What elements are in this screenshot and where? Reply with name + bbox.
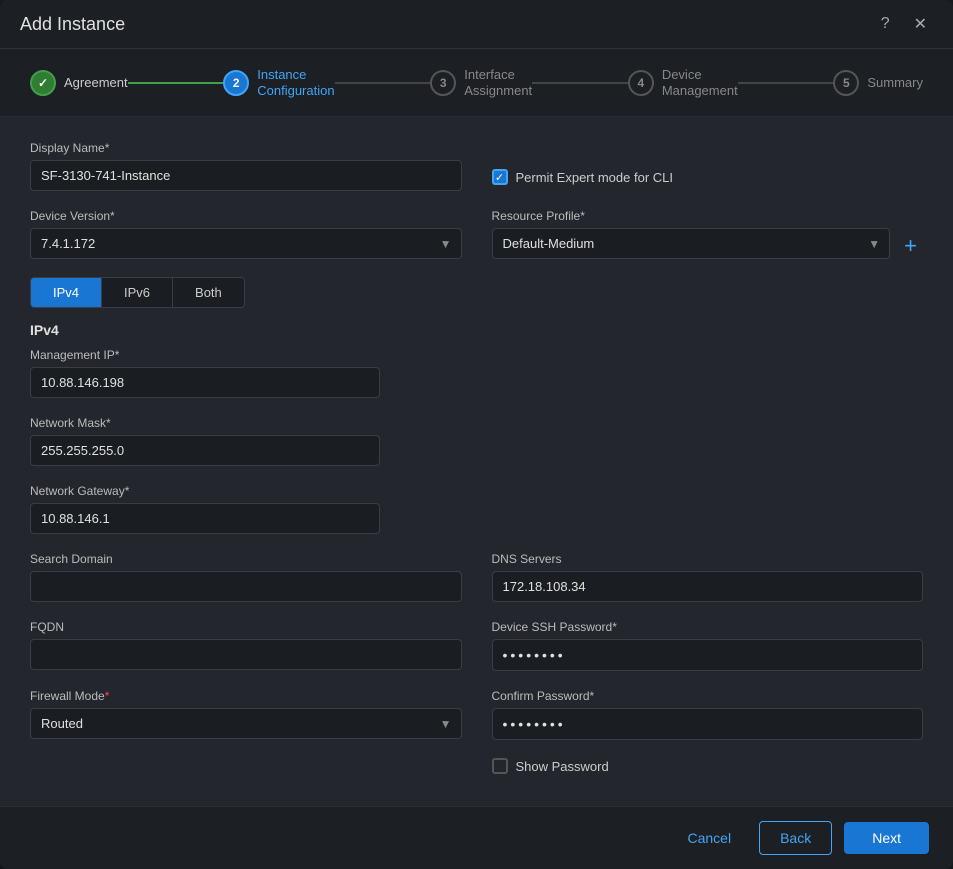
step-line-2-3 bbox=[335, 82, 431, 84]
group-management-ip: Management IP* bbox=[30, 348, 380, 398]
step-line-3-4 bbox=[532, 82, 628, 84]
show-password-row: Show Password bbox=[492, 758, 924, 774]
ssh-password-input[interactable] bbox=[492, 639, 924, 671]
device-version-select[interactable]: 7.4.1.172 bbox=[30, 228, 462, 259]
display-name-input[interactable] bbox=[30, 160, 462, 191]
device-version-label: Device Version* bbox=[30, 209, 462, 223]
search-domain-input[interactable] bbox=[30, 571, 462, 602]
row-network-mask: Network Mask* bbox=[30, 416, 380, 466]
step-2-label: InstanceConfiguration bbox=[257, 67, 334, 98]
permit-expert-label: Permit Expert mode for CLI bbox=[516, 170, 674, 185]
dns-servers-input[interactable] bbox=[492, 571, 924, 602]
step-4-label: DeviceManagement bbox=[662, 67, 738, 98]
header-icons: ? ✕ bbox=[875, 12, 933, 36]
group-fqdn: FQDN bbox=[30, 620, 462, 671]
group-network-mask: Network Mask* bbox=[30, 416, 380, 466]
resource-profile-group: Default-Medium ▼ bbox=[492, 228, 891, 259]
firewall-mode-label: Firewall Mode* bbox=[30, 689, 462, 703]
stepper: ✓ Agreement 2 InstanceConfiguration 3 In… bbox=[0, 49, 953, 117]
fqdn-input[interactable] bbox=[30, 639, 462, 670]
step-2-circle: 2 bbox=[223, 70, 249, 96]
show-password-checkbox[interactable] bbox=[492, 758, 508, 774]
firewall-mode-wrapper: Routed Transparent ▼ bbox=[30, 708, 462, 739]
step-3-label: InterfaceAssignment bbox=[464, 67, 532, 98]
fqdn-label: FQDN bbox=[30, 620, 462, 634]
step-5-circle: 5 bbox=[833, 70, 859, 96]
row-display-name: Display Name* ✓ Permit Expert mode for C… bbox=[30, 141, 923, 191]
ipv4-section-label: IPv4 bbox=[30, 322, 923, 338]
group-permit-expert: ✓ Permit Expert mode for CLI bbox=[492, 141, 924, 191]
row-firewall-confirm: Firewall Mode* Routed Transparent ▼ Conf… bbox=[30, 689, 923, 740]
help-button[interactable]: ? bbox=[875, 13, 896, 35]
row-search-dns: Search Domain DNS Servers bbox=[30, 552, 923, 602]
resource-profile-select[interactable]: Default-Medium bbox=[492, 228, 891, 259]
tab-ipv4[interactable]: IPv4 bbox=[31, 278, 102, 307]
permit-expert-row: ✓ Permit Expert mode for CLI bbox=[492, 169, 924, 185]
device-version-wrapper: 7.4.1.172 ▼ bbox=[30, 228, 462, 259]
row-network-gateway: Network Gateway* bbox=[30, 484, 380, 534]
dialog-title: Add Instance bbox=[20, 14, 125, 35]
firewall-mode-select[interactable]: Routed Transparent bbox=[30, 708, 462, 739]
resource-profile-wrapper: Default-Medium ▼ bbox=[492, 228, 891, 259]
step-1: ✓ Agreement bbox=[30, 70, 128, 96]
display-name-label: Display Name* bbox=[30, 141, 462, 155]
group-display-name: Display Name* bbox=[30, 141, 462, 191]
network-mask-input[interactable] bbox=[30, 435, 380, 466]
tab-ipv6[interactable]: IPv6 bbox=[102, 278, 173, 307]
add-instance-dialog: Add Instance ? ✕ ✓ Agreement 2 InstanceC… bbox=[0, 0, 953, 869]
add-resource-button[interactable]: + bbox=[898, 235, 923, 257]
group-search-domain: Search Domain bbox=[30, 552, 462, 602]
network-gateway-input[interactable] bbox=[30, 503, 380, 534]
close-button[interactable]: ✕ bbox=[908, 12, 933, 36]
dialog-content: Display Name* ✓ Permit Expert mode for C… bbox=[0, 117, 953, 806]
group-dns-servers: DNS Servers bbox=[492, 552, 924, 602]
resource-profile-row: Default-Medium ▼ + bbox=[492, 228, 924, 259]
cancel-button[interactable]: Cancel bbox=[671, 822, 747, 854]
step-5-label: Summary bbox=[867, 75, 923, 91]
step-3-circle: 3 bbox=[430, 70, 456, 96]
spacer-left bbox=[30, 758, 462, 778]
row-device-version: Device Version* 7.4.1.172 ▼ Resource Pro… bbox=[30, 209, 923, 259]
row-management-ip: Management IP* bbox=[30, 348, 380, 398]
step-3: 3 InterfaceAssignment bbox=[430, 67, 532, 98]
search-domain-label: Search Domain bbox=[30, 552, 462, 566]
show-password-label: Show Password bbox=[516, 759, 609, 774]
group-network-gateway: Network Gateway* bbox=[30, 484, 380, 534]
check-icon: ✓ bbox=[495, 171, 504, 184]
network-mask-label: Network Mask* bbox=[30, 416, 380, 430]
step-5: 5 Summary bbox=[833, 70, 923, 96]
step-line-4-5 bbox=[738, 82, 834, 84]
confirm-password-input[interactable] bbox=[492, 708, 924, 740]
group-device-version: Device Version* 7.4.1.172 ▼ bbox=[30, 209, 462, 259]
tab-both[interactable]: Both bbox=[173, 278, 244, 307]
step-4-circle: 4 bbox=[628, 70, 654, 96]
group-ssh-password: Device SSH Password* bbox=[492, 620, 924, 671]
step-2: 2 InstanceConfiguration bbox=[223, 67, 334, 98]
ssh-password-label: Device SSH Password* bbox=[492, 620, 924, 634]
group-confirm-password: Confirm Password* bbox=[492, 689, 924, 740]
step-1-circle: ✓ bbox=[30, 70, 56, 96]
show-password-group: Show Password bbox=[492, 758, 924, 778]
dns-servers-label: DNS Servers bbox=[492, 552, 924, 566]
dialog-footer: Cancel Back Next bbox=[0, 806, 953, 869]
network-gateway-label: Network Gateway* bbox=[30, 484, 380, 498]
row-fqdn-ssh: FQDN Device SSH Password* bbox=[30, 620, 923, 671]
next-button[interactable]: Next bbox=[844, 822, 929, 854]
ip-mode-tabs: IPv4 IPv6 Both bbox=[30, 277, 245, 308]
group-resource-profile: Resource Profile* Default-Medium ▼ + bbox=[492, 209, 924, 259]
management-ip-input[interactable] bbox=[30, 367, 380, 398]
group-firewall-mode: Firewall Mode* Routed Transparent ▼ bbox=[30, 689, 462, 740]
step-1-label: Agreement bbox=[64, 75, 128, 91]
resource-profile-label: Resource Profile* bbox=[492, 209, 924, 223]
management-ip-label: Management IP* bbox=[30, 348, 380, 362]
confirm-password-label: Confirm Password* bbox=[492, 689, 924, 703]
row-show-password: Show Password bbox=[30, 758, 923, 778]
permit-expert-checkbox[interactable]: ✓ bbox=[492, 169, 508, 185]
step-4: 4 DeviceManagement bbox=[628, 67, 738, 98]
dialog-header: Add Instance ? ✕ bbox=[0, 0, 953, 49]
back-button[interactable]: Back bbox=[759, 821, 832, 855]
step-line-1-2 bbox=[128, 82, 224, 84]
